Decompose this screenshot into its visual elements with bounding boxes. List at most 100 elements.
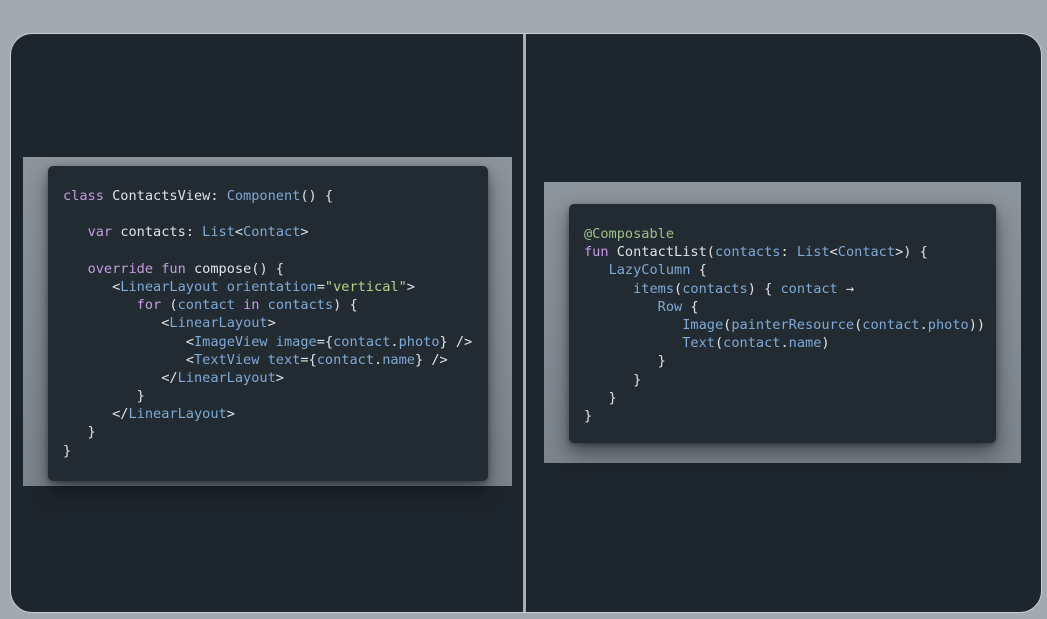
code-token: items <box>633 280 675 297</box>
code-line: <TextView text={contact.name} /> <box>63 351 488 369</box>
code-token: contact <box>177 297 244 314</box>
code-token: < <box>829 244 838 261</box>
code-token: name <box>788 335 822 352</box>
code-token: for <box>136 297 170 314</box>
code-token: ={ <box>300 351 317 368</box>
code-token: { <box>682 298 699 315</box>
code-token: name <box>382 351 415 368</box>
code-line: } <box>63 423 488 441</box>
code-token: contacts <box>682 280 748 297</box>
code-line: } <box>584 352 996 370</box>
code-line: } <box>63 442 488 460</box>
code-token: ContactList( <box>616 244 715 261</box>
code-token: >) { <box>895 244 928 261</box>
code-line: } <box>584 407 996 425</box>
code-token: ContactsView: <box>112 188 227 204</box>
code-token: { <box>690 262 707 279</box>
code-token: photo <box>398 333 440 350</box>
code-token: Image <box>682 316 724 333</box>
code-token: photo <box>927 316 969 333</box>
code-token: ) { <box>333 297 358 314</box>
code-line: LazyColumn { <box>584 261 996 279</box>
code-token: Component <box>226 188 301 204</box>
code-token: Text <box>682 335 715 352</box>
code-line: <LinearLayout orientation="vertical"> <box>63 278 488 296</box>
code-token: ImageView image <box>193 333 317 350</box>
code-token: LazyColumn <box>608 262 691 279</box>
code-token: contact <box>316 351 375 368</box>
code-token: < <box>63 278 121 295</box>
code-token: } <box>584 353 666 370</box>
code-token: contacts <box>267 297 334 314</box>
code-token: : <box>780 244 797 261</box>
code-token: ={ <box>316 333 334 350</box>
code-token: > <box>267 315 276 332</box>
code-token: contacts <box>714 244 781 261</box>
code-token: contact <box>333 333 391 350</box>
code-token: List <box>796 244 830 261</box>
code-token: > <box>406 278 415 295</box>
code-token: in <box>243 297 268 314</box>
code-line: </LinearLayout> <box>63 369 488 387</box>
code-token: ) { <box>747 280 781 297</box>
code-token: < <box>63 315 170 332</box>
code-token: = <box>316 278 325 295</box>
left-snippet-mat: class ContactsView: Component() { var co… <box>23 157 512 486</box>
code-token: < <box>63 351 194 368</box>
code-token: > <box>300 224 309 241</box>
code-token: "vertical" <box>324 278 407 295</box>
code-line: } <box>584 371 996 389</box>
code-token: contact <box>862 316 920 333</box>
code-token: > <box>226 406 235 423</box>
code-token: TextView text <box>193 351 301 368</box>
right-snippet-mat: @Composable fun ContactList(contacts: Lis… <box>544 182 1021 463</box>
code-line: Image(painterResource(contact.photo)) <box>584 316 996 334</box>
code-token: class <box>63 188 113 204</box>
comparison-frame: class ContactsView: Component() { var co… <box>10 33 1042 613</box>
code-token: . <box>919 316 928 333</box>
code-token: Contact <box>837 244 896 261</box>
code-token: )) <box>968 316 986 333</box>
code-line: var contacts: List<Contact> <box>63 223 488 241</box>
code-token: var <box>87 224 121 241</box>
code-line: } <box>584 389 996 407</box>
code-token: → <box>837 280 855 297</box>
code-token: contact <box>780 280 838 297</box>
code-token: ) <box>821 335 830 352</box>
code-line: </LinearLayout> <box>63 405 488 423</box>
code-line: override fun compose() { <box>63 260 488 278</box>
code-token: < <box>234 224 244 241</box>
code-line: for (contact in contacts) { <box>63 296 488 314</box>
code-token: </ <box>63 369 178 386</box>
code-token: contacts: <box>120 224 203 241</box>
code-token: painterResource <box>731 316 855 333</box>
code-token: Contact <box>243 224 301 241</box>
code-token: } /> <box>439 333 473 350</box>
code-token: } /> <box>414 351 448 368</box>
code-token: } <box>63 388 145 405</box>
code-token: List <box>202 224 235 241</box>
code-token: @Composable <box>584 226 675 242</box>
code-token: override fun <box>87 260 194 277</box>
code-token: < <box>63 333 194 350</box>
left-code-card: class ContactsView: Component() { var co… <box>48 166 488 481</box>
code-token: ( <box>169 297 178 314</box>
code-token: </ <box>63 406 129 423</box>
code-token: () { <box>300 188 334 204</box>
code-token: . <box>780 335 789 352</box>
code-line: items(contacts) { contact → <box>584 280 996 298</box>
code-token: } <box>584 371 642 388</box>
code-token: } <box>63 424 96 441</box>
code-token: LinearLayout <box>169 315 268 332</box>
code-token: Row <box>657 298 683 315</box>
code-token: . <box>390 333 399 350</box>
code-line: } <box>63 387 488 405</box>
